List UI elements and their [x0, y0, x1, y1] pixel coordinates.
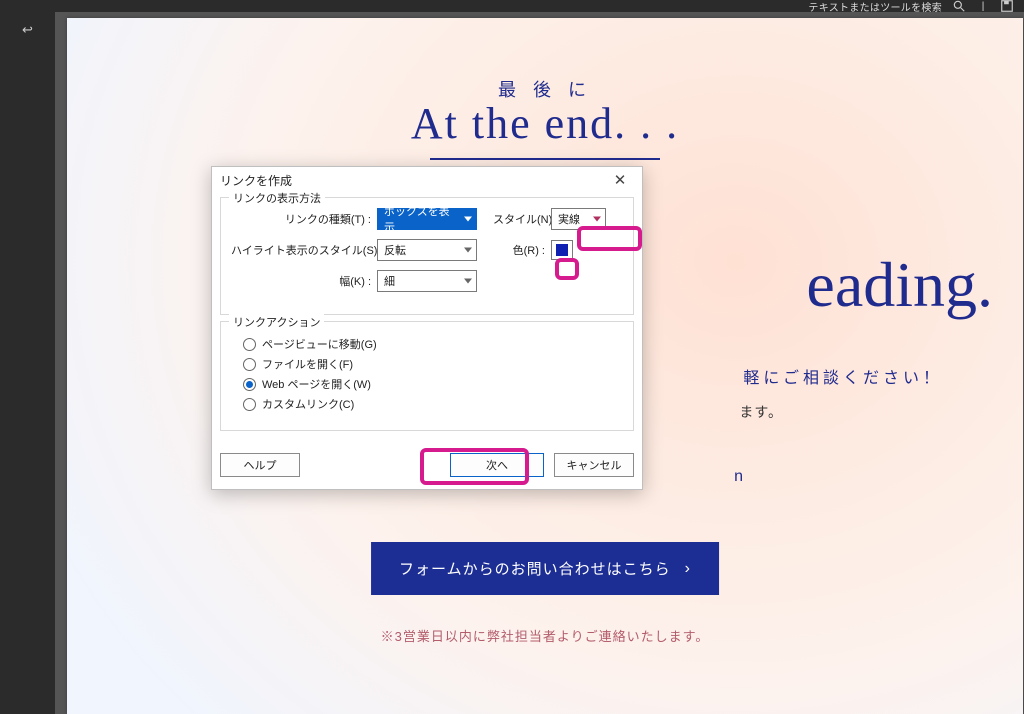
radio-icon: [243, 398, 256, 411]
dialog-button-row: ヘルプ 次へ キャンセル: [220, 451, 634, 479]
color-swatch-inner: [556, 244, 568, 256]
close-icon[interactable]: ✕: [606, 169, 634, 191]
page-note: ※3営業日以内に弊社担当者よりご連絡いたします。: [67, 626, 1023, 645]
cancel-button[interactable]: キャンセル: [554, 453, 634, 477]
link-type-value: ボックスを表示: [384, 203, 456, 235]
radio-openfile[interactable]: ファイルを開く(F): [243, 356, 623, 372]
page-heading-fragment: eading.: [806, 248, 993, 322]
group-label-appearance: リンクの表示方法: [229, 190, 325, 206]
next-button[interactable]: 次へ: [450, 453, 544, 477]
radio-pageview[interactable]: ページビューに移動(G): [243, 336, 623, 352]
help-button[interactable]: ヘルプ: [220, 453, 300, 477]
page-masu-text: ます。: [739, 402, 783, 422]
color-picker[interactable]: [551, 240, 573, 260]
style-label: スタイル(N) :: [493, 211, 545, 227]
highlight-label: ハイライト表示のスタイル(S) :: [231, 242, 371, 258]
dialog-title: リンクを作成: [220, 172, 606, 189]
chevron-right-icon: ›: [685, 560, 691, 578]
left-toolbar: ↩: [0, 12, 55, 714]
toolbar-undo-icon[interactable]: ↩: [18, 20, 38, 40]
radio-webpage-label: Web ページを開く(W): [262, 376, 371, 392]
help-button-label: ヘルプ: [244, 457, 277, 473]
title-underline: [430, 158, 660, 160]
cta-label: フォームからのお問い合わせはこちら: [399, 558, 671, 579]
radio-icon: [243, 358, 256, 371]
radio-custom-label: カスタムリンク(C): [262, 396, 354, 412]
cancel-button-label: キャンセル: [567, 457, 622, 473]
link-type-select[interactable]: ボックスを表示: [377, 208, 477, 230]
highlight-select[interactable]: 反転: [377, 239, 477, 261]
group-label-action: リンクアクション: [229, 314, 324, 330]
cta-button[interactable]: フォームからのお問い合わせはこちら ›: [371, 542, 719, 595]
radio-icon: [243, 378, 256, 391]
page-fragment-n: n: [734, 468, 743, 486]
create-link-dialog: リンクを作成 ✕ リンクの表示方法 リンクの種類(T) : ボックスを表示 スタ…: [211, 166, 643, 490]
radio-custom[interactable]: カスタムリンク(C): [243, 396, 623, 412]
style-select[interactable]: 実線: [551, 208, 606, 230]
width-select[interactable]: 細: [377, 270, 477, 292]
radio-icon: [243, 338, 256, 351]
radio-pageview-label: ページビューに移動(G): [262, 336, 377, 352]
radio-webpage[interactable]: Web ページを開く(W): [243, 376, 623, 392]
highlight-value: 反転: [384, 242, 406, 258]
group-link-appearance: リンクの表示方法 リンクの種類(T) : ボックスを表示 スタイル(N) : 実…: [220, 197, 634, 315]
next-button-label: 次へ: [486, 457, 508, 473]
app-topbar: テキストまたはツールを検索 |: [0, 0, 1024, 12]
width-label: 幅(K) :: [231, 273, 371, 289]
color-label: 色(R) :: [493, 242, 545, 258]
width-value: 細: [384, 273, 395, 289]
radio-openfile-label: ファイルを開く(F): [262, 356, 353, 372]
link-type-label: リンクの種類(T) :: [231, 211, 371, 227]
group-link-action: リンクアクション ページビューに移動(G) ファイルを開く(F) Web ページ…: [220, 321, 634, 431]
page-title: At the end. . .: [67, 98, 1023, 149]
page-consult-text: 軽にご相談ください！: [743, 364, 943, 388]
style-value: 実線: [558, 211, 580, 227]
